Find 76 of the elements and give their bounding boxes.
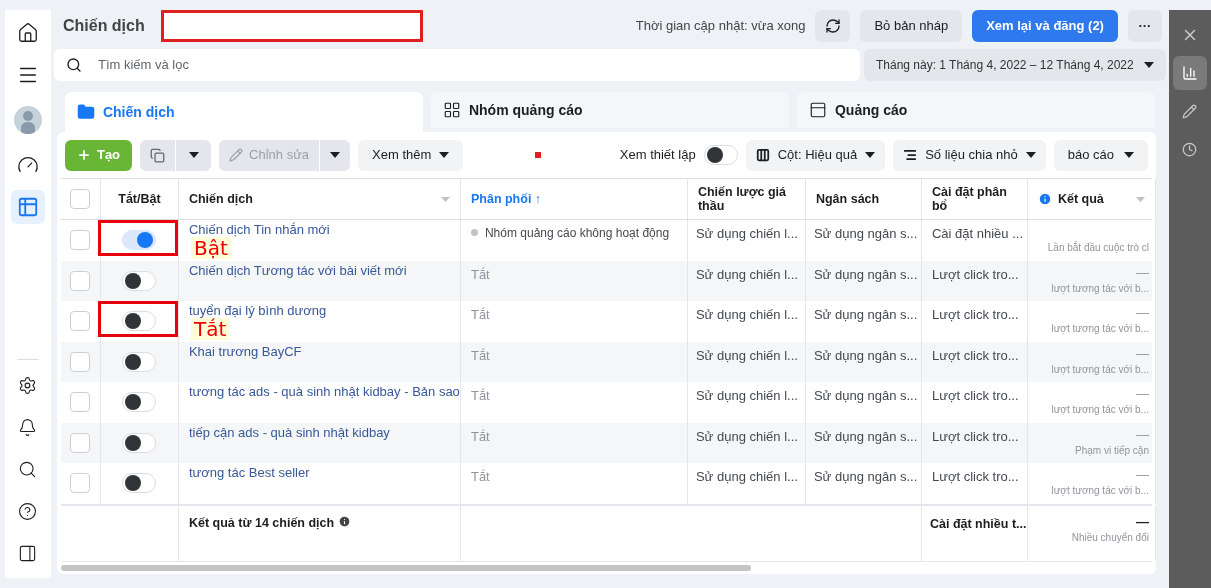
tab[interactable]: Nhóm quảng cáo [430, 92, 789, 128]
column-header[interactable]: Phân phối ↑ [470, 189, 542, 209]
result-value: — [1135, 344, 1149, 362]
column-header[interactable]: Chiến dịch [188, 192, 253, 206]
see-more-button[interactable]: Xem thêm [358, 139, 464, 171]
reports-button[interactable]: báo cáo [1053, 139, 1148, 171]
allocation: Lượt click tro... [931, 388, 1019, 403]
columns-button[interactable]: Cột: Hiệu quả [745, 139, 886, 171]
date-range-button[interactable]: Tháng này: 1 Tháng 4, 2022 – 12 Tháng 4, 2022 [863, 49, 1166, 81]
result-note: Lần bắt đầu cuộc trò cl [1047, 240, 1149, 255]
breakdown-button[interactable]: Số liệu chia nhỏ [893, 139, 1046, 171]
campaign-link[interactable]: tương tác Best seller [188, 465, 310, 480]
result-note: lượt tương tác với b... [1051, 281, 1149, 296]
allocation: Lượt click tro... [931, 428, 1019, 444]
result-value: — [1135, 263, 1149, 281]
allocation: Lượt click tro... [931, 469, 1019, 484]
campaign-link[interactable]: tương tác ads - quà sinh nhật kidbay - Bản sao [188, 384, 460, 399]
result-note: lượt tương tác với b... [1051, 362, 1149, 377]
bid-strategy: Sử dụng chiến l... [695, 388, 798, 403]
result-note: lượt tương tác với b... [1051, 403, 1149, 417]
result-value: — [1135, 304, 1149, 321]
discard-draft-button[interactable]: Bỏ bản nháp [860, 10, 963, 42]
budget: Sử dụng ngân s... [813, 347, 918, 363]
bid-strategy: Sử dụng chiến l... [695, 266, 798, 282]
bid-strategy: Sử dụng chiến l... [695, 469, 798, 484]
result-note: Phạm vi tiếp cận [1075, 443, 1149, 458]
delivery-status: Tắt [470, 427, 490, 446]
result-value: — [1135, 466, 1149, 483]
result-value: — [1135, 425, 1149, 443]
result-note: lượt tương tác với b... [1051, 484, 1149, 498]
bid-strategy: Sử dụng chiến l... [695, 307, 798, 322]
allocation: Cài đặt nhiều ... [931, 226, 1023, 241]
delivery-status: Tắt [470, 265, 490, 284]
search-field[interactable]: Tìm kiếm và lọc [53, 49, 860, 81]
more-button[interactable]: ··· [1127, 10, 1162, 42]
summary-allocation: Cài đặt nhiều t... [929, 516, 1027, 531]
budget: Sử dụng ngân s... [813, 428, 918, 444]
annotation-label: Tắt [190, 318, 230, 340]
bid-strategy: Sử dụng chiến l... [695, 226, 798, 241]
budget: Sử dụng ngân s... [813, 388, 918, 403]
bid-strategy: Sử dụng chiến l... [695, 347, 798, 363]
allocation: Lượt click tro... [931, 307, 1019, 322]
column-header[interactable]: Tắt/Bật [118, 192, 161, 206]
budget: Sử dụng ngân s... [813, 307, 918, 322]
bid-strategy: Sử dụng chiến l... [695, 428, 798, 444]
allocation: Lượt click tro... [931, 347, 1019, 363]
review-publish-button[interactable]: Xem lại và đăng (2) [972, 10, 1118, 42]
delivery-status: Tắt [470, 306, 490, 324]
column-header[interactable]: Cài đặt phân bổ [931, 185, 1017, 213]
column-header[interactable]: Ngân sách [815, 192, 880, 206]
tab[interactable]: Quảng cáo [796, 92, 1155, 128]
budget: Sử dụng ngân s... [813, 266, 918, 282]
delivery-status: Tắt [470, 468, 490, 486]
view-setup-label: Xem thiết lập [619, 146, 696, 165]
page-title: Chiến dịch [62, 16, 145, 36]
delivery-status: Tắt [470, 387, 490, 405]
campaign-link[interactable]: Chiến dịch Tương tác với bài viết mới [188, 262, 407, 278]
column-header[interactable]: Chiến lược giá thầu [697, 185, 795, 213]
result-value: — [1135, 385, 1149, 402]
allocation: Lượt click tro... [931, 266, 1019, 282]
tab[interactable]: Chiến dịch [64, 92, 423, 132]
delivery-status: Nhóm quảng cáo không hoạt động [484, 225, 670, 242]
update-time: Thời gian cập nhật: vừa xong [635, 17, 806, 36]
budget: Sử dụng ngân s... [813, 226, 918, 241]
campaign-link[interactable]: Khai trương BayCF [188, 343, 302, 359]
column-header[interactable]: Kết quả [1057, 192, 1104, 206]
summary-text: Kết quả từ 14 chiến dịch [188, 514, 335, 532]
annotation-label: Bật [190, 237, 231, 259]
budget: Sử dụng ngân s... [813, 469, 918, 484]
campaign-link[interactable]: tiếp cận ads - quà sinh nhật kidbay [188, 424, 390, 440]
result-note: lượt tương tác với b... [1051, 322, 1149, 336]
delivery-status: Tắt [470, 346, 490, 365]
campaign-link[interactable]: Chiến dịch Tin nhắn mới [188, 222, 330, 237]
campaign-link[interactable]: tuyển đại lý bình dương [188, 303, 327, 318]
result-note: Nhiều chuyển đổi [1071, 530, 1149, 545]
result-value: — [1135, 512, 1149, 530]
